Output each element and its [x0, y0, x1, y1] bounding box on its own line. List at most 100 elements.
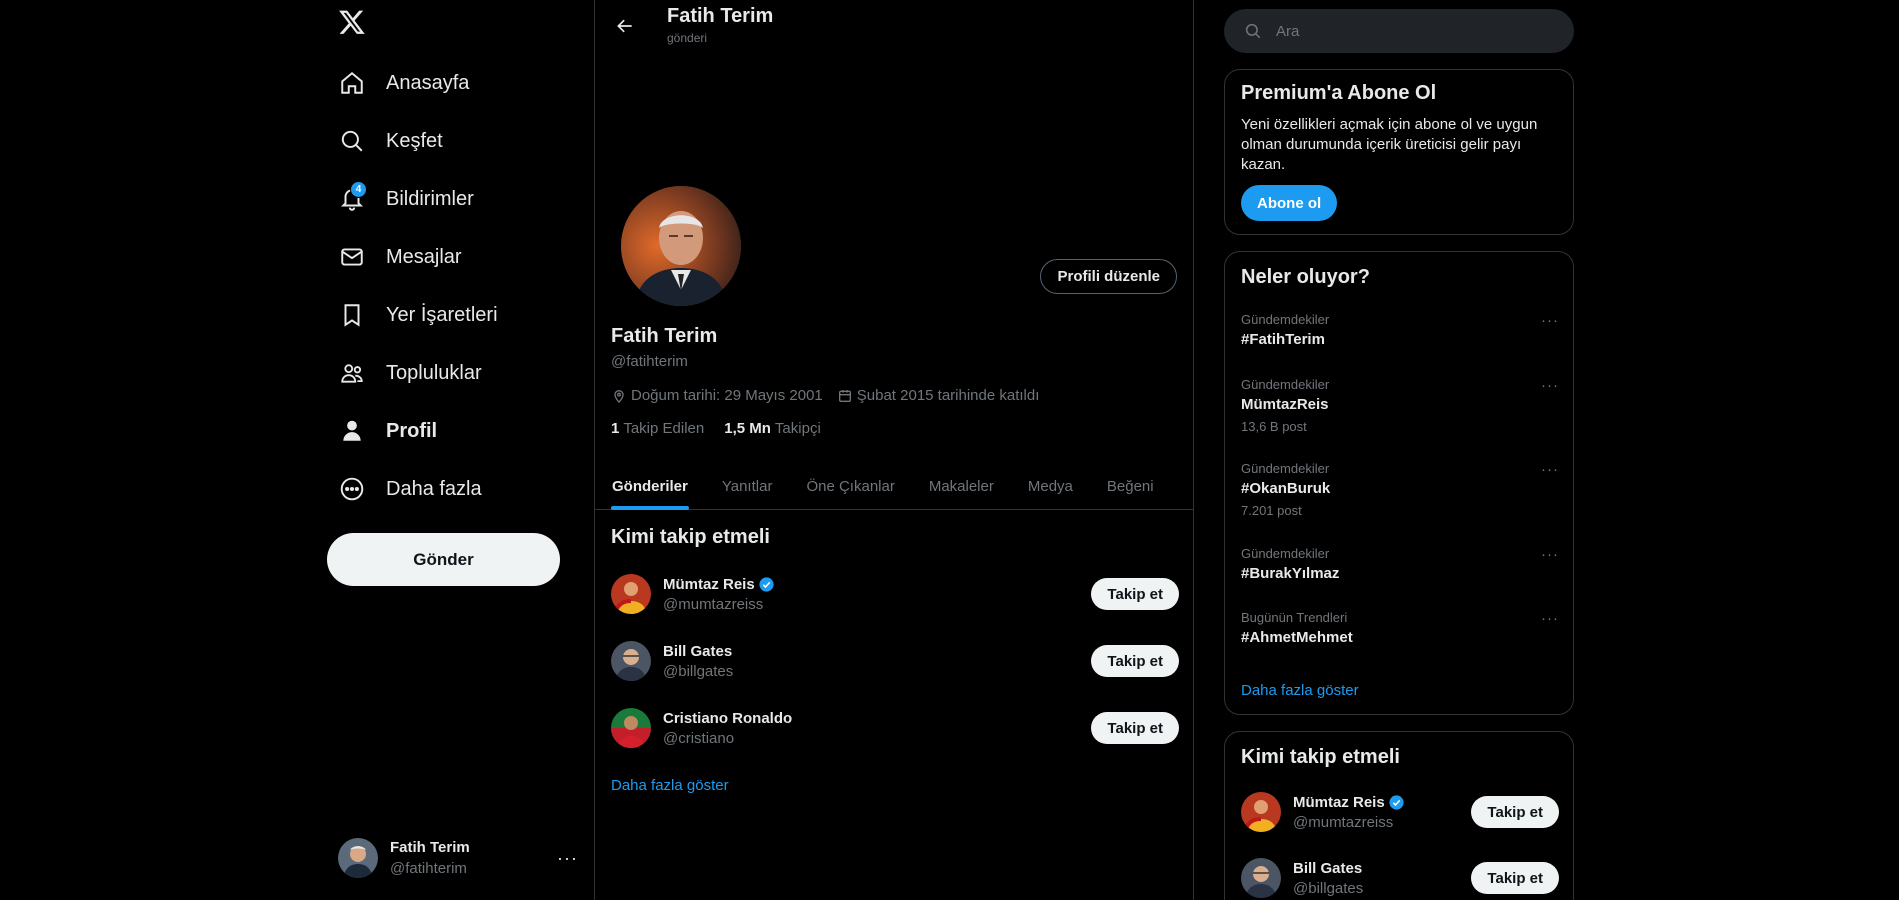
suggested-user-row[interactable]: Mümtaz Reis @mumtazreiss Takip et	[611, 572, 1179, 616]
suggested-user-row[interactable]: Cristiano Ronaldo @cristiano Takip et	[611, 706, 1179, 750]
follow-button[interactable]: Takip et	[1091, 712, 1179, 744]
x-logo-icon[interactable]	[338, 8, 370, 40]
edit-profile-button[interactable]: Profili düzenle	[1040, 259, 1177, 294]
user-name: Mümtaz Reis	[1293, 793, 1385, 811]
account-name: Fatih Terim	[390, 839, 470, 856]
verified-badge-icon	[1389, 794, 1404, 810]
post-button[interactable]: Gönder	[327, 533, 560, 586]
trend-item[interactable]: Gündemdekiler #OkanBuruk 7.201 post ···	[1241, 461, 1559, 518]
more-options-icon[interactable]: ···	[1541, 377, 1559, 394]
nav-home[interactable]: Anasayfa	[338, 63, 469, 103]
location-pin-icon	[614, 389, 624, 403]
more-options-icon[interactable]: ···	[1541, 610, 1559, 627]
trend-context: Gündemdekiler	[1241, 461, 1330, 476]
user-name: Bill Gates	[1293, 859, 1363, 877]
user-name: Cristiano Ronaldo	[663, 709, 793, 727]
subscribe-button[interactable]: Abone ol	[1241, 185, 1338, 221]
tab-likes[interactable]: Beğeni	[1090, 462, 1171, 510]
follow-button[interactable]: Takip et	[1091, 645, 1179, 677]
suggested-user-row[interactable]: Bill Gates @billgates Takip et	[611, 639, 1179, 683]
follow-button[interactable]: Takip et	[1091, 578, 1179, 610]
user-handle: @mumtazreiss	[1293, 813, 1394, 831]
user-avatar	[611, 574, 651, 614]
profile-header-bar: Fatih Terim gönderi	[595, 0, 1193, 53]
following-count[interactable]: 1	[611, 420, 619, 437]
more-options-icon[interactable]: ···	[1541, 546, 1559, 563]
who-to-follow-card: Kimi takip etmeli Mümtaz Reis @mumtazrei…	[1224, 731, 1574, 900]
nav-explore[interactable]: Keşfet	[338, 121, 443, 161]
nav-explore-label: Keşfet	[386, 129, 443, 152]
profile-meta: Doğum tarihi: 29 Mayıs 2001 Şubat 2015 t…	[611, 387, 1053, 404]
followers-count[interactable]: 1,5 Mn	[724, 420, 771, 437]
trend-context: Gündemdekiler	[1241, 377, 1330, 392]
tab-replies[interactable]: Yanıtlar	[705, 462, 790, 510]
suggested-user-row[interactable]: Mümtaz Reis @mumtazreiss Takip et	[1241, 790, 1559, 834]
account-avatar	[338, 838, 378, 878]
bookmark-icon	[338, 301, 366, 329]
nav-bookmarks-label: Yer İşaretleri	[386, 303, 498, 326]
trend-name: #AhmetMehmet	[1241, 629, 1353, 646]
followers-label[interactable]: Takipçi	[775, 420, 821, 437]
user-avatar	[1241, 792, 1281, 832]
user-avatar	[1241, 858, 1281, 898]
search-input[interactable]	[1276, 22, 1536, 40]
communities-icon	[338, 359, 366, 387]
tab-highlights[interactable]: Öne Çıkanlar	[789, 462, 911, 510]
trend-item[interactable]: Bugünün Trendleri #AhmetMehmet ···	[1241, 610, 1559, 646]
nav-bookmarks[interactable]: Yer İşaretleri	[338, 295, 498, 335]
account-more-icon[interactable]: ···	[557, 848, 578, 869]
trend-count: 7.201 post	[1241, 503, 1302, 518]
trend-context: Bugünün Trendleri	[1241, 610, 1348, 625]
more-options-icon[interactable]: ···	[1541, 461, 1559, 478]
user-handle: @mumtazreiss	[663, 595, 764, 613]
trends-card: Neler oluyor? Gündemdekiler #FatihTerim …	[1224, 251, 1574, 715]
tab-posts[interactable]: Gönderiler	[595, 462, 705, 510]
tab-articles[interactable]: Makaleler	[912, 462, 1011, 510]
calendar-icon	[838, 389, 851, 402]
nav-profile[interactable]: Profil	[338, 411, 437, 451]
trends-title: Neler oluyor?	[1241, 266, 1370, 288]
premium-card: Premium'a Abone Ol Yeni özellikleri açma…	[1224, 69, 1574, 235]
user-name: Mümtaz Reis	[663, 575, 755, 593]
trend-name: #OkanBuruk	[1241, 480, 1331, 497]
nav-communities-label: Topluluklar	[386, 361, 482, 384]
nav-messages[interactable]: Mesajlar	[338, 237, 462, 277]
trend-item[interactable]: Gündemdekiler MümtazReis 13,6 B post ···	[1241, 377, 1559, 434]
user-handle: @billgates	[663, 662, 734, 680]
mail-icon	[338, 243, 366, 271]
search-box[interactable]	[1224, 9, 1574, 53]
profile-tabs: Gönderiler Yanıtlar Öne Çıkanlar Makalel…	[595, 462, 1193, 510]
trend-context: Gündemdekiler	[1241, 312, 1330, 327]
profile-name: Fatih Terim	[611, 325, 718, 347]
birth-date-text: Doğum tarihi: 29 Mayıs 2001	[631, 387, 823, 404]
follow-button[interactable]: Takip et	[1471, 862, 1559, 894]
trend-item[interactable]: Gündemdekiler #FatihTerim ···	[1241, 312, 1559, 348]
profile-avatar[interactable]	[617, 182, 745, 310]
header-title: Fatih Terim	[667, 5, 774, 27]
who-to-follow-card-title: Kimi takip etmeli	[1241, 746, 1400, 768]
following-label[interactable]: Takip Edilen	[623, 420, 704, 437]
nav-communities[interactable]: Topluluklar	[338, 353, 482, 393]
trends-show-more-link[interactable]: Daha fazla göster	[1241, 682, 1359, 699]
follow-button[interactable]: Takip et	[1471, 796, 1559, 828]
account-switcher[interactable]: Fatih Terim @fatihterim ···	[338, 836, 578, 880]
nav-messages-label: Mesajlar	[386, 245, 462, 268]
nav-more[interactable]: Daha fazla	[338, 469, 482, 509]
nav-notifications[interactable]: 4 Bildirimler	[338, 179, 474, 219]
user-avatar	[611, 641, 651, 681]
suggested-user-row[interactable]: Bill Gates @billgates Takip et	[1241, 856, 1559, 900]
user-avatar	[611, 708, 651, 748]
back-arrow-icon[interactable]	[611, 12, 639, 40]
header-subtitle: gönderi	[667, 31, 708, 45]
tab-media[interactable]: Medya	[1011, 462, 1090, 510]
trend-item[interactable]: Gündemdekiler #BurakYılmaz ···	[1241, 546, 1559, 582]
search-icon	[338, 127, 366, 155]
user-name: Bill Gates	[663, 642, 733, 660]
premium-title: Premium'a Abone Ol	[1241, 82, 1437, 104]
show-more-link[interactable]: Daha fazla göster	[611, 777, 729, 794]
verified-badge-icon	[759, 576, 774, 592]
more-options-icon[interactable]: ···	[1541, 312, 1559, 329]
premium-description: Yeni özellikleri açmak için abone ol ve …	[1241, 116, 1538, 173]
trend-name: #BurakYılmaz	[1241, 565, 1340, 582]
x-app: Anasayfa Keşfet 4 Bildirimler Mesajlar Y…	[0, 0, 1899, 900]
